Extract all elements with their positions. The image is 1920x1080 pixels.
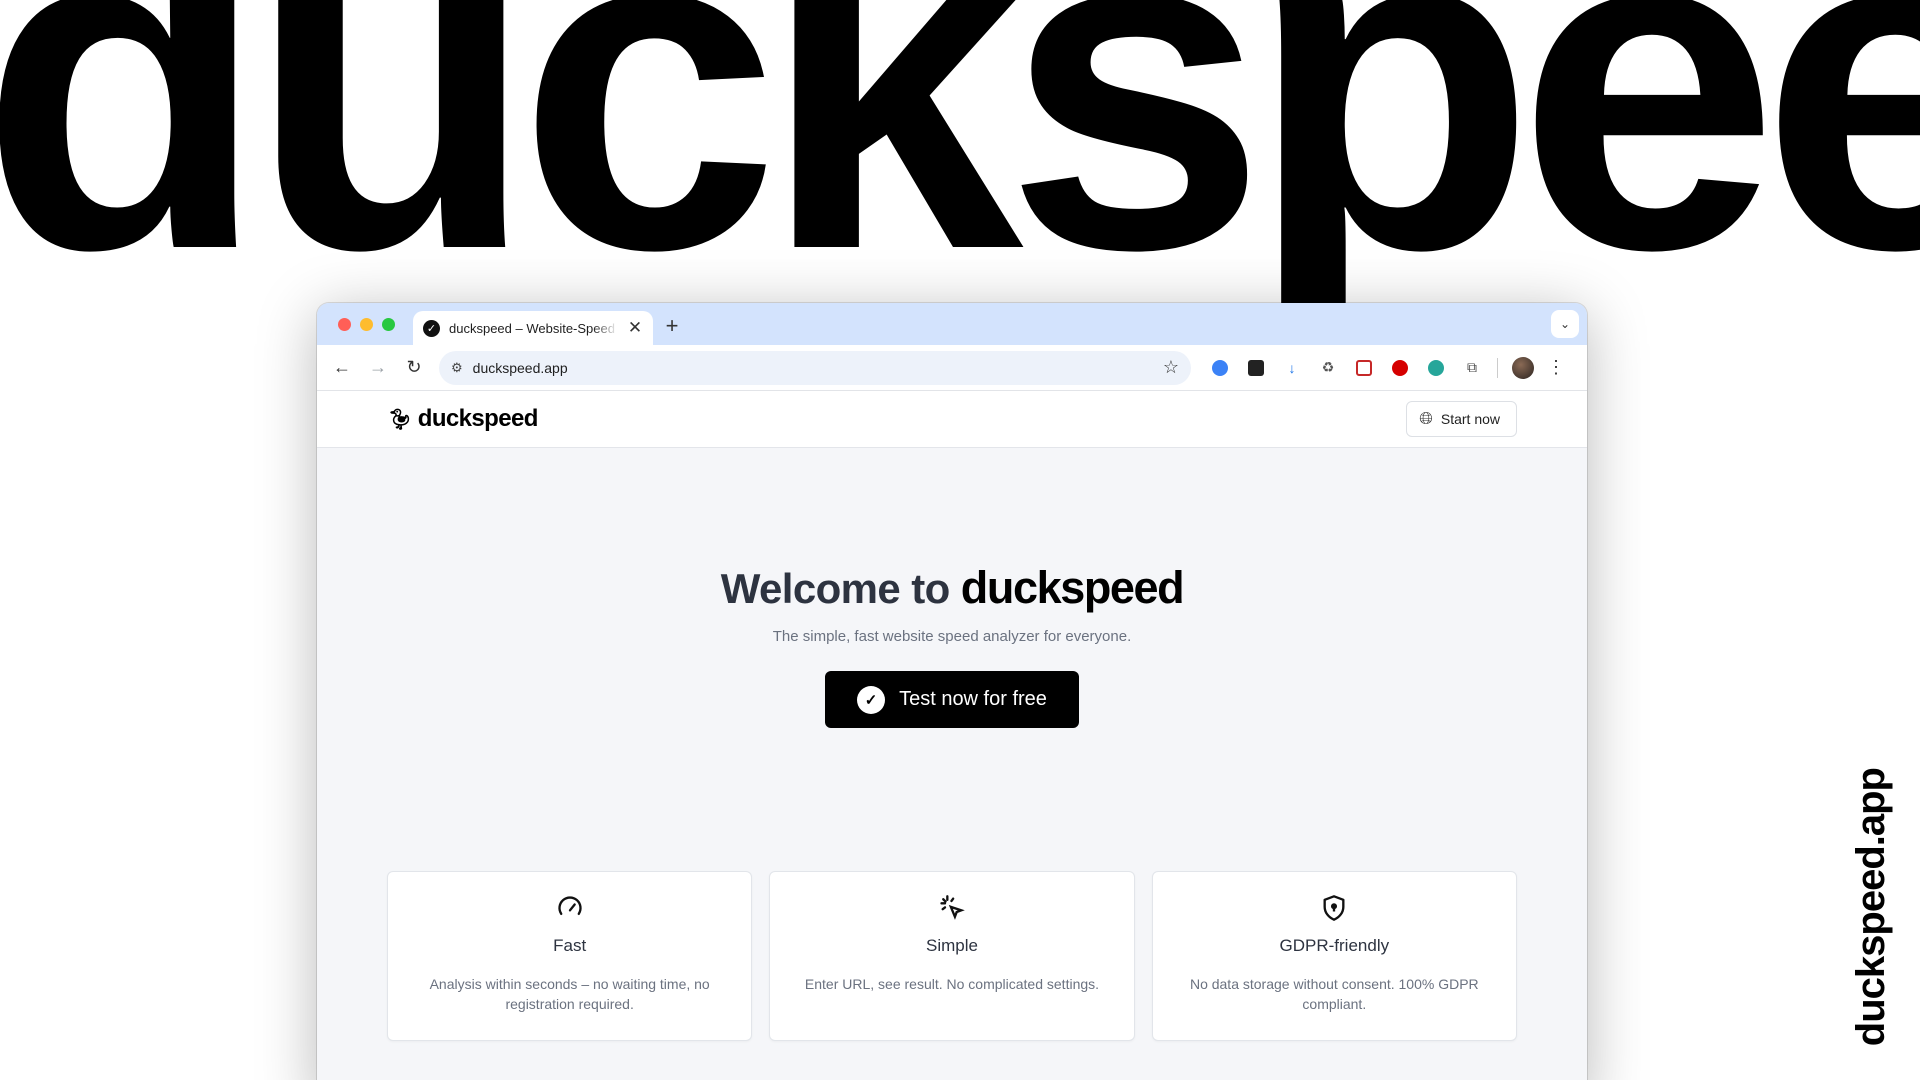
tab-close-icon[interactable]: ✕ — [627, 318, 643, 338]
feature-title: GDPR-friendly — [1279, 936, 1390, 955]
side-url-text: duckspeed.app — [1849, 767, 1893, 1046]
feature-description: Enter URL, see result. No complicated se… — [804, 976, 1100, 992]
speedometer-icon — [388, 894, 751, 924]
logo-text: duckspeed — [417, 405, 539, 432]
avatar — [1512, 356, 1534, 379]
browser-toolbar: ← → ↻ ⚙ duckspeed.app ☆ ↓ ♻ ⧉ ⋮ — [317, 345, 1587, 391]
start-now-label: Start now — [1440, 411, 1500, 427]
info-icon[interactable] — [1421, 353, 1451, 383]
hero-title: Welcome to duckspeed — [317, 562, 1587, 614]
tab-title: duckspeed – Website-Speed — [449, 320, 615, 336]
feature-card-gdpr: GDPR-friendly No data storage without co… — [1151, 871, 1517, 1041]
feature-description: Analysis within seconds – no waiting tim… — [429, 976, 710, 1012]
address-bar[interactable]: ⚙ duckspeed.app ☆ — [439, 350, 1191, 385]
duck-logo-icon: 🦆︎ — [387, 408, 412, 431]
feature-card-simple: Simple Enter URL, see result. No complic… — [769, 871, 1135, 1041]
feature-cards: Fast Analysis within seconds – no waitin… — [387, 871, 1517, 1041]
test-now-label: Test now for free — [899, 688, 1047, 710]
reload-button[interactable]: ↻ — [399, 353, 429, 383]
hero-subtitle: The simple, fast website speed analyzer … — [772, 628, 1132, 645]
browser-window: ✓ duckspeed – Website-Speed ✕ + ⌄ ← → ↻ … — [317, 303, 1587, 1080]
active-tab[interactable]: ✓ duckspeed – Website-Speed ✕ — [413, 311, 653, 345]
feature-title: Fast — [553, 936, 587, 955]
feature-title: Simple — [926, 936, 978, 955]
minimize-window-button[interactable] — [360, 318, 373, 331]
download-icon[interactable]: ↓ — [1277, 353, 1307, 383]
feature-card-fast: Fast Analysis within seconds – no waitin… — [387, 871, 753, 1041]
close-window-button[interactable] — [338, 318, 351, 331]
toolbar-separator — [1497, 357, 1498, 378]
hero-title-brand: duckspeed — [960, 562, 1185, 613]
url-text[interactable]: duckspeed.app — [473, 360, 1153, 376]
site-logo[interactable]: 🦆︎ duckspeed — [387, 405, 538, 433]
vpn-icon[interactable] — [1205, 353, 1235, 383]
check-circle-icon: ✓ — [857, 685, 886, 714]
hero-section: Welcome to duckspeed The simple, fast we… — [317, 448, 1587, 728]
shield-lock-icon — [1153, 894, 1516, 924]
forward-button[interactable]: → — [363, 353, 393, 383]
recycle-icon[interactable]: ♻ — [1313, 353, 1343, 383]
feature-description: No data storage without consent. 100% GD… — [1189, 976, 1479, 1012]
test-now-button[interactable]: ✓ Test now for free — [825, 671, 1079, 728]
start-now-button[interactable]: 🌐︎ Start now — [1406, 401, 1517, 437]
tab-search-button[interactable]: ⌄ — [1551, 310, 1579, 338]
adblock-icon[interactable] — [1385, 353, 1415, 383]
profile-avatar[interactable] — [1508, 353, 1538, 383]
tab-strip: ✓ duckspeed – Website-Speed ✕ + ⌄ — [317, 303, 1587, 345]
window-controls — [338, 318, 395, 331]
duck-favicon-icon: ✓ — [423, 319, 440, 337]
globe-icon: 🌐︎ — [1419, 409, 1433, 428]
clipboard-icon[interactable] — [1241, 353, 1271, 383]
maximize-window-button[interactable] — [382, 318, 395, 331]
site-header: 🦆︎ duckspeed 🌐︎ Start now — [317, 391, 1587, 448]
puzzle-icon[interactable]: ⧉ — [1457, 353, 1487, 383]
browser-menu-icon[interactable]: ⋮ — [1544, 357, 1568, 378]
cursor-click-icon — [770, 894, 1133, 924]
bookmark-star-icon[interactable]: ☆ — [1163, 357, 1179, 378]
hero-title-prefix: Welcome to — [720, 565, 951, 612]
media-icon[interactable] — [1349, 353, 1379, 383]
new-tab-button[interactable]: + — [660, 313, 684, 339]
site-settings-icon[interactable]: ⚙ — [451, 360, 463, 376]
back-button[interactable]: ← — [327, 353, 357, 383]
background-wordmark: duckspeed — [0, 0, 1920, 347]
